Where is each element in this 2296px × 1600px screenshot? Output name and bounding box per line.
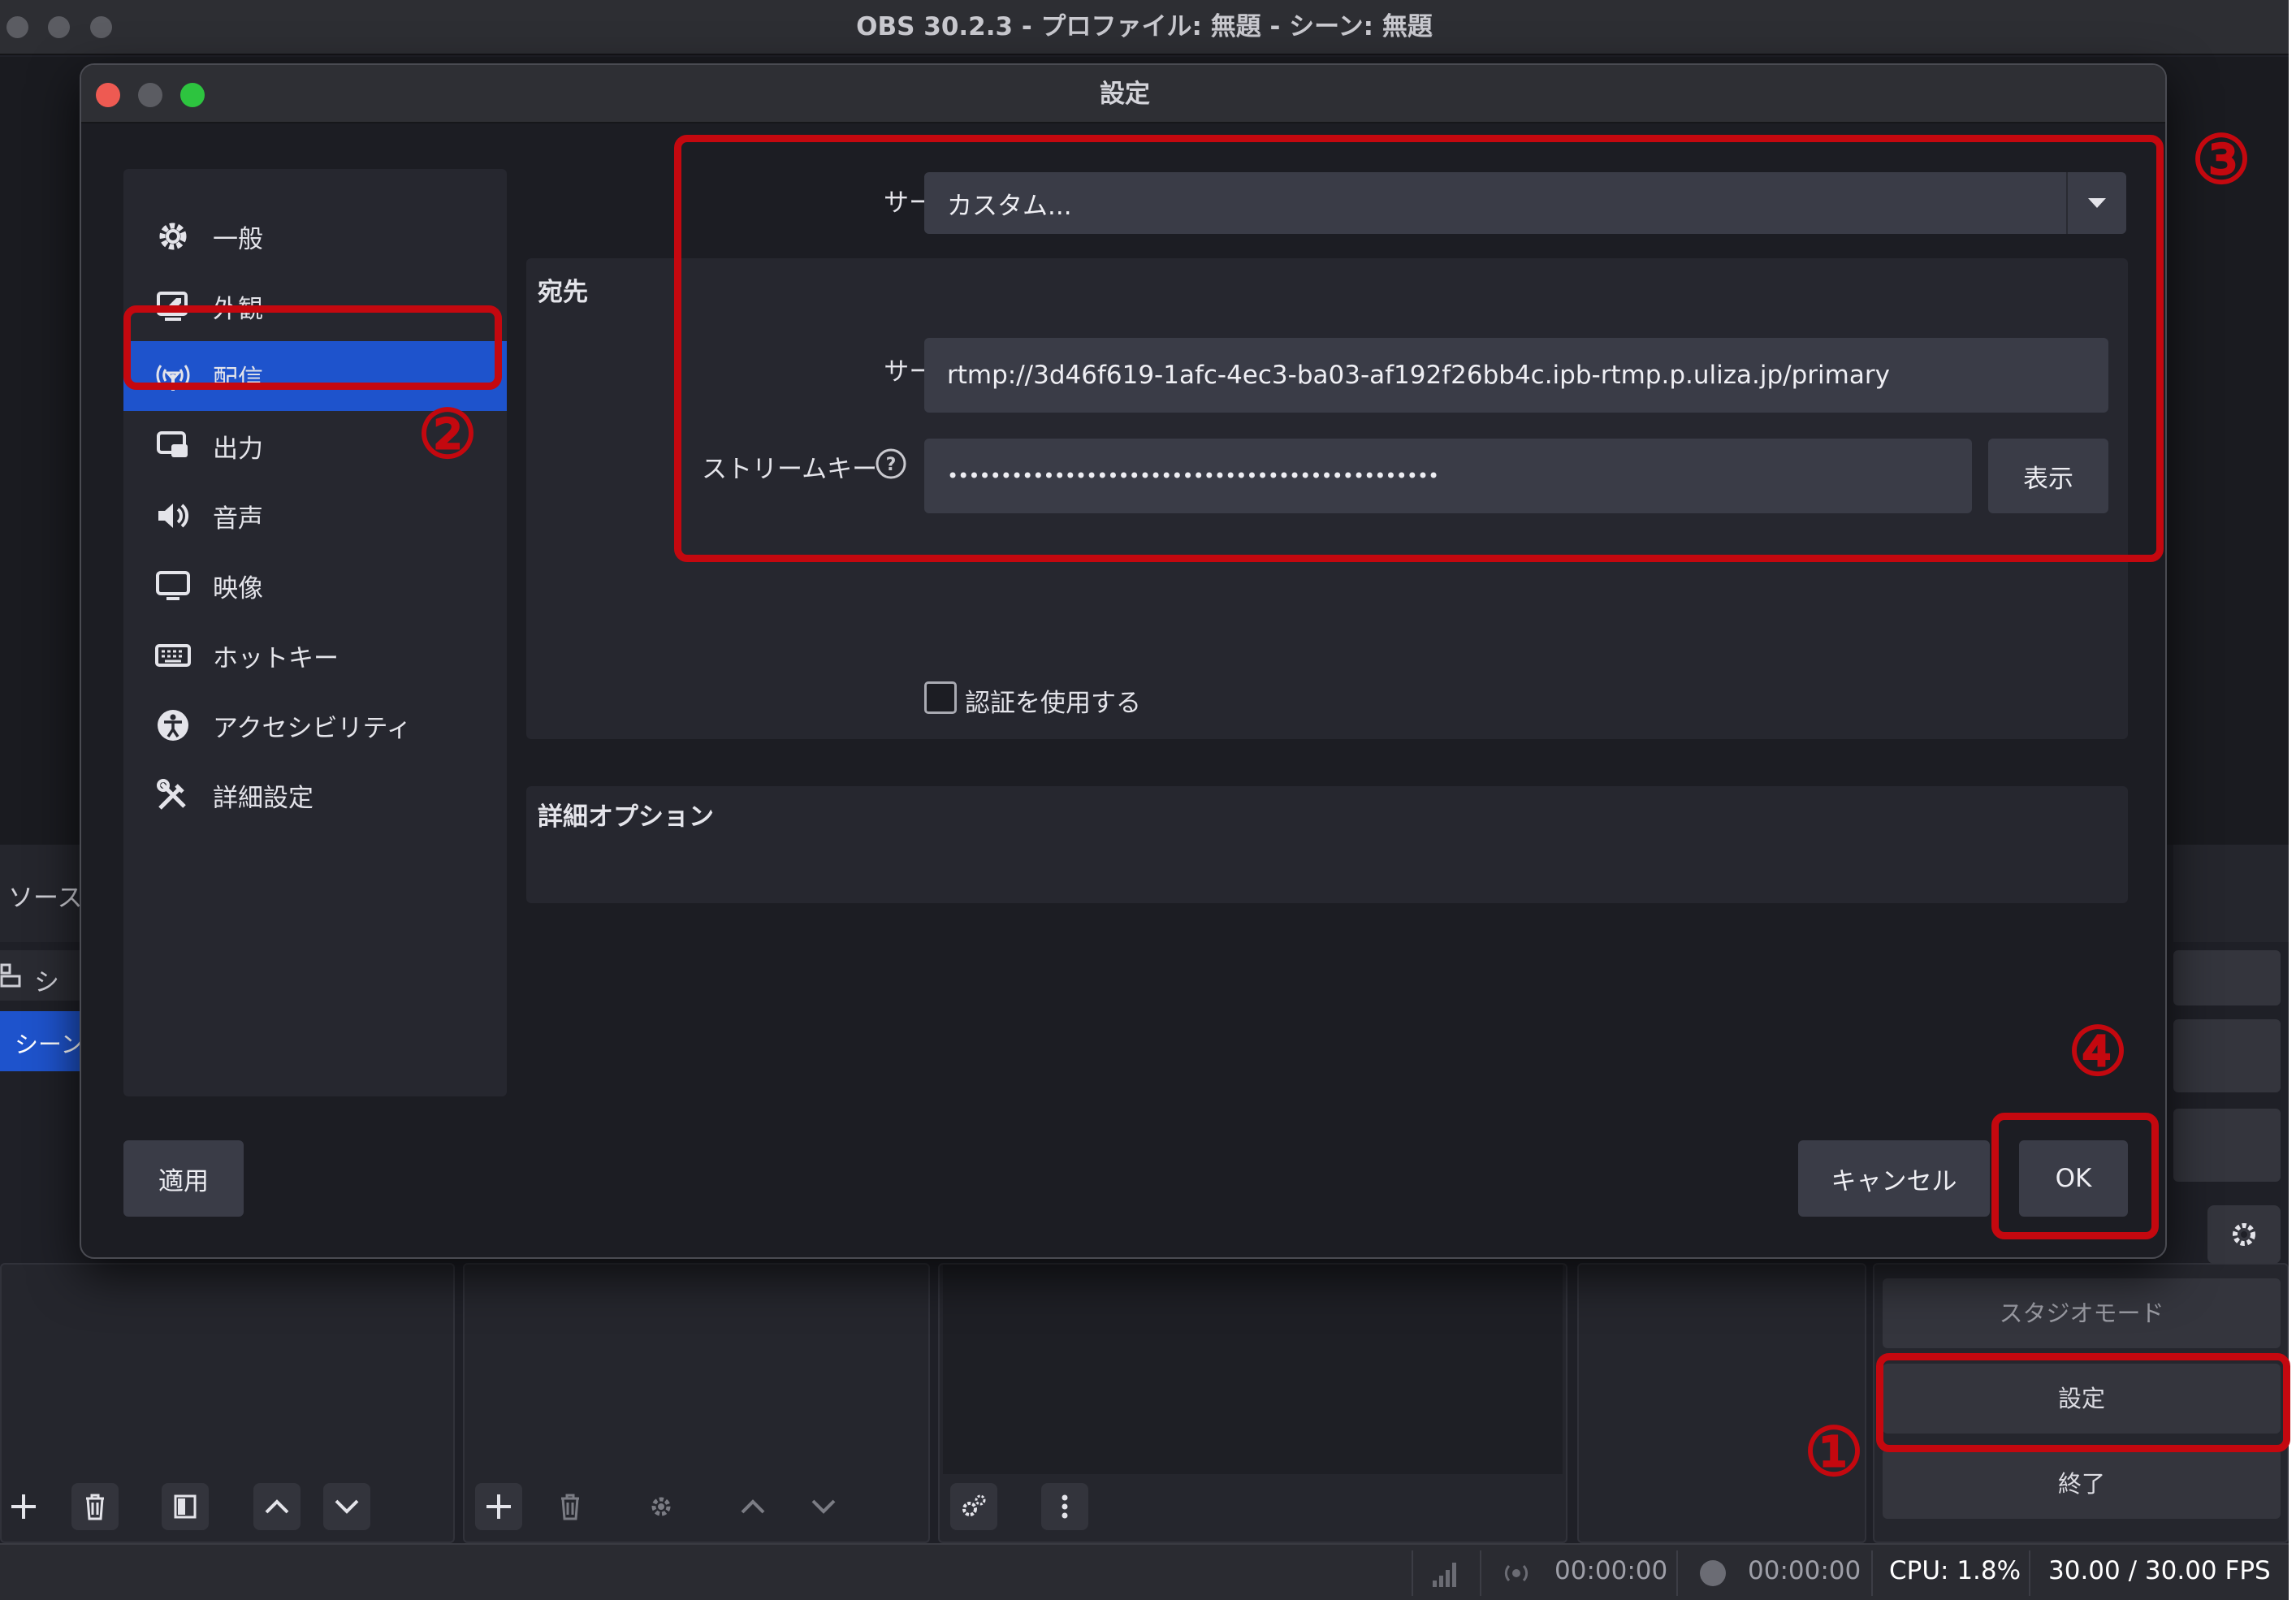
- control-button-stub-2[interactable]: [2173, 1019, 2281, 1092]
- main-titlebar: OBS 30.2.3 - プロファイル: 無題 - シーン: 無題: [0, 0, 2289, 55]
- gear-icon: [153, 216, 193, 257]
- status-separator: [1676, 1550, 1678, 1596]
- apply-button[interactable]: 適用: [123, 1140, 244, 1217]
- scene-list-item-label: シーン: [15, 1031, 84, 1058]
- sidebar-item-hotkeys[interactable]: ホットキー: [123, 621, 507, 690]
- cancel-button[interactable]: キャンセル: [1798, 1140, 1990, 1217]
- dialog-titlebar: 設定: [81, 65, 2165, 123]
- studio-mode-button[interactable]: スタジオモード: [1883, 1278, 2281, 1348]
- remove-scene-button[interactable]: [71, 1483, 119, 1530]
- remove-source-button[interactable]: [547, 1483, 594, 1530]
- scene-move-up-button[interactable]: [253, 1483, 301, 1530]
- scene-filters-button[interactable]: [162, 1483, 209, 1530]
- use-auth-label[interactable]: 認証を使用する: [965, 682, 1141, 719]
- use-auth-checkbox[interactable]: [924, 681, 957, 714]
- sidebar-item-label: 音声: [213, 504, 263, 534]
- scene-icon: [0, 963, 21, 988]
- annotation-box-settings: [1876, 1353, 2290, 1452]
- mixer-advanced-audio-button[interactable]: [950, 1483, 997, 1530]
- sidebar-item-video[interactable]: 映像: [123, 551, 507, 621]
- sidebar-item-label: アクセシビリティ: [213, 713, 412, 743]
- sidebar-item-audio[interactable]: 音声: [123, 481, 507, 551]
- advanced-options-title: 詳細オプション: [538, 802, 714, 832]
- sidebar-item-label: 出力: [213, 434, 263, 464]
- transitions-dock: [1577, 1263, 1866, 1543]
- more-vertical-icon: [1062, 1494, 1068, 1519]
- annotation-step2: ②: [417, 396, 478, 474]
- status-bar: 00:00:00 00:00:00 CPU: 1.8% 30.00 / 30.0…: [0, 1543, 2289, 1600]
- add-scene-button[interactable]: [0, 1483, 47, 1530]
- control-button-stub-1[interactable]: [2173, 950, 2281, 1005]
- output-icon: [153, 426, 193, 466]
- sidebar-item-label: 詳細設定: [213, 783, 313, 813]
- status-separator: [2029, 1550, 2030, 1596]
- chevron-down-icon: [335, 1499, 359, 1514]
- sidebar-item-label: 一般: [213, 224, 263, 254]
- plus-icon: [11, 1494, 36, 1519]
- sidebar-item-accessibility[interactable]: アクセシビリティ: [123, 690, 507, 760]
- gears-icon: [962, 1494, 986, 1516]
- scene-list-item[interactable]: シーン: [0, 1011, 84, 1071]
- sidebar-item-label: ホットキー: [213, 643, 339, 673]
- scene-move-down-button[interactable]: [323, 1483, 370, 1530]
- stream-status-icon: [1504, 1564, 1529, 1582]
- status-separator: [1480, 1550, 1481, 1596]
- dock-settings-button[interactable]: [2207, 1205, 2281, 1264]
- network-strength-icon: [1433, 1563, 1456, 1587]
- cpu-usage: CPU: 1.8%: [1889, 1556, 2021, 1585]
- trash-icon: [86, 1494, 104, 1520]
- annotation-box-server-settings: [674, 135, 2164, 562]
- status-separator: [1871, 1550, 1873, 1596]
- keyboard-icon: [153, 635, 193, 676]
- fps-readout: 30.00 / 30.00 FPS: [2048, 1556, 2271, 1585]
- chevron-up-icon: [265, 1499, 289, 1514]
- add-source-button[interactable]: [475, 1483, 522, 1530]
- plus-icon: [486, 1494, 511, 1519]
- speaker-icon: [153, 495, 193, 536]
- tools-icon: [153, 775, 193, 815]
- scene-list-header: シー: [0, 950, 81, 1034]
- source-move-down-button[interactable]: [800, 1483, 847, 1530]
- scenes-dock: [0, 1263, 455, 1543]
- chevron-up-icon: [741, 1499, 765, 1514]
- mixer-menu-button[interactable]: [1041, 1483, 1088, 1530]
- dialog-title: 設定: [1100, 80, 1150, 109]
- control-button-stub-3[interactable]: [2173, 1109, 2281, 1182]
- chevron-down-icon: [811, 1499, 836, 1514]
- sources-dock: [463, 1263, 930, 1543]
- status-separator: [1412, 1550, 1413, 1596]
- right-panel-top: [2173, 845, 2289, 942]
- audio-mixer-dock: [938, 1263, 1567, 1543]
- source-move-up-button[interactable]: [729, 1483, 776, 1530]
- sidebar-item-general[interactable]: 一般: [123, 201, 507, 271]
- advanced-options-group: [526, 786, 2128, 903]
- stream-time: 00:00:00: [1554, 1556, 1668, 1585]
- record-time: 00:00:00: [1748, 1556, 1861, 1585]
- gear-icon: [2233, 1223, 2255, 1246]
- annotation-step4: ④: [2068, 1013, 2128, 1091]
- accessibility-icon: [153, 705, 193, 746]
- record-status-icon: [1700, 1560, 1726, 1586]
- main-window-title: OBS 30.2.3 - プロファイル: 無題 - シーン: 無題: [856, 12, 1433, 41]
- destination-title: 宛先: [538, 278, 588, 307]
- filter-icon: [174, 1494, 197, 1519]
- source-properties-button[interactable]: [638, 1483, 685, 1530]
- trash-icon: [561, 1494, 579, 1520]
- annotation-step3: ③: [2191, 121, 2251, 199]
- sidebar-item-label: 映像: [213, 573, 263, 603]
- exit-button[interactable]: 終了: [1883, 1449, 2281, 1519]
- sources-tab-label[interactable]: ソース: [8, 877, 82, 914]
- annotation-box-ok: [1991, 1113, 2159, 1239]
- gear-icon: [651, 1497, 671, 1516]
- monitor-icon: [153, 565, 193, 606]
- mixer-area: [943, 1265, 1563, 1474]
- annotation-box-stream: [123, 305, 502, 390]
- annotation-step1: ①: [1804, 1413, 1864, 1491]
- sidebar-item-advanced[interactable]: 詳細設定: [123, 760, 507, 830]
